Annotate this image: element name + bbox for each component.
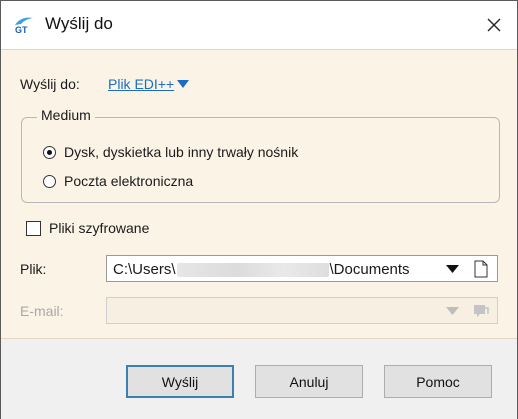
browse-file-icon[interactable] — [474, 260, 488, 278]
file-label: Plik: — [20, 261, 47, 277]
send-to-target-dropdown[interactable]: Plik EDI++ — [108, 76, 190, 92]
radio-disk[interactable]: Dysk, dyskietka lub inny trwały nośnik — [43, 144, 298, 160]
window-title: Wyślij do — [45, 14, 113, 33]
medium-groupbox — [21, 117, 500, 203]
radio-disk-label: Dysk, dyskietka lub inny trwały nośnik — [64, 144, 299, 160]
send-button[interactable]: Wyślij — [126, 365, 234, 398]
file-path-value[interactable]: C:\Users\ \Documents — [113, 261, 410, 278]
encrypted-files-checkbox[interactable]: Pliki szyfrowane — [26, 220, 149, 236]
medium-legend: Medium — [37, 107, 95, 123]
close-icon — [487, 18, 501, 32]
file-dropdown-icon[interactable] — [446, 264, 459, 274]
gt-logo-icon: GT — [15, 17, 33, 35]
radio-email[interactable]: Poczta elektroniczna — [43, 173, 193, 189]
email-combo[interactable] — [106, 297, 498, 324]
dialog-body: Wyślij do: Plik EDI++ Medium Dysk, dyski… — [1, 50, 517, 337]
file-path-prefix: C:\Users\ — [113, 261, 176, 278]
close-button[interactable] — [471, 1, 517, 49]
send-to-label: Wyślij do: — [20, 76, 80, 92]
radio-email-indicator[interactable] — [43, 174, 56, 188]
radio-email-label: Poczta elektroniczna — [64, 173, 194, 189]
cancel-button[interactable]: Anuluj — [255, 365, 363, 398]
encrypted-files-label: Pliki szyfrowane — [49, 220, 150, 236]
title-bar: GT Wyślij do — [1, 1, 517, 50]
encrypted-files-box[interactable] — [26, 220, 41, 236]
email-dropdown-icon[interactable] — [446, 306, 459, 316]
send-to-dialog: GT Wyślij do Wyślij do: Plik EDI++ Mediu… — [0, 0, 518, 419]
help-button[interactable]: Pomoc — [384, 365, 492, 398]
address-book-icon[interactable] — [473, 302, 489, 320]
email-label: E-mail: — [20, 303, 64, 319]
svg-text:GT: GT — [15, 25, 28, 35]
file-path-suffix: \Documents — [329, 261, 410, 278]
caret-down-icon — [177, 80, 190, 88]
radio-disk-indicator[interactable] — [43, 145, 56, 159]
button-bar: Wyślij Anuluj Pomoc — [1, 338, 517, 419]
send-to-target-value: Plik EDI++ — [108, 76, 175, 92]
redacted-username — [176, 263, 329, 278]
file-path-combo[interactable]: C:\Users\ \Documents — [106, 255, 498, 282]
